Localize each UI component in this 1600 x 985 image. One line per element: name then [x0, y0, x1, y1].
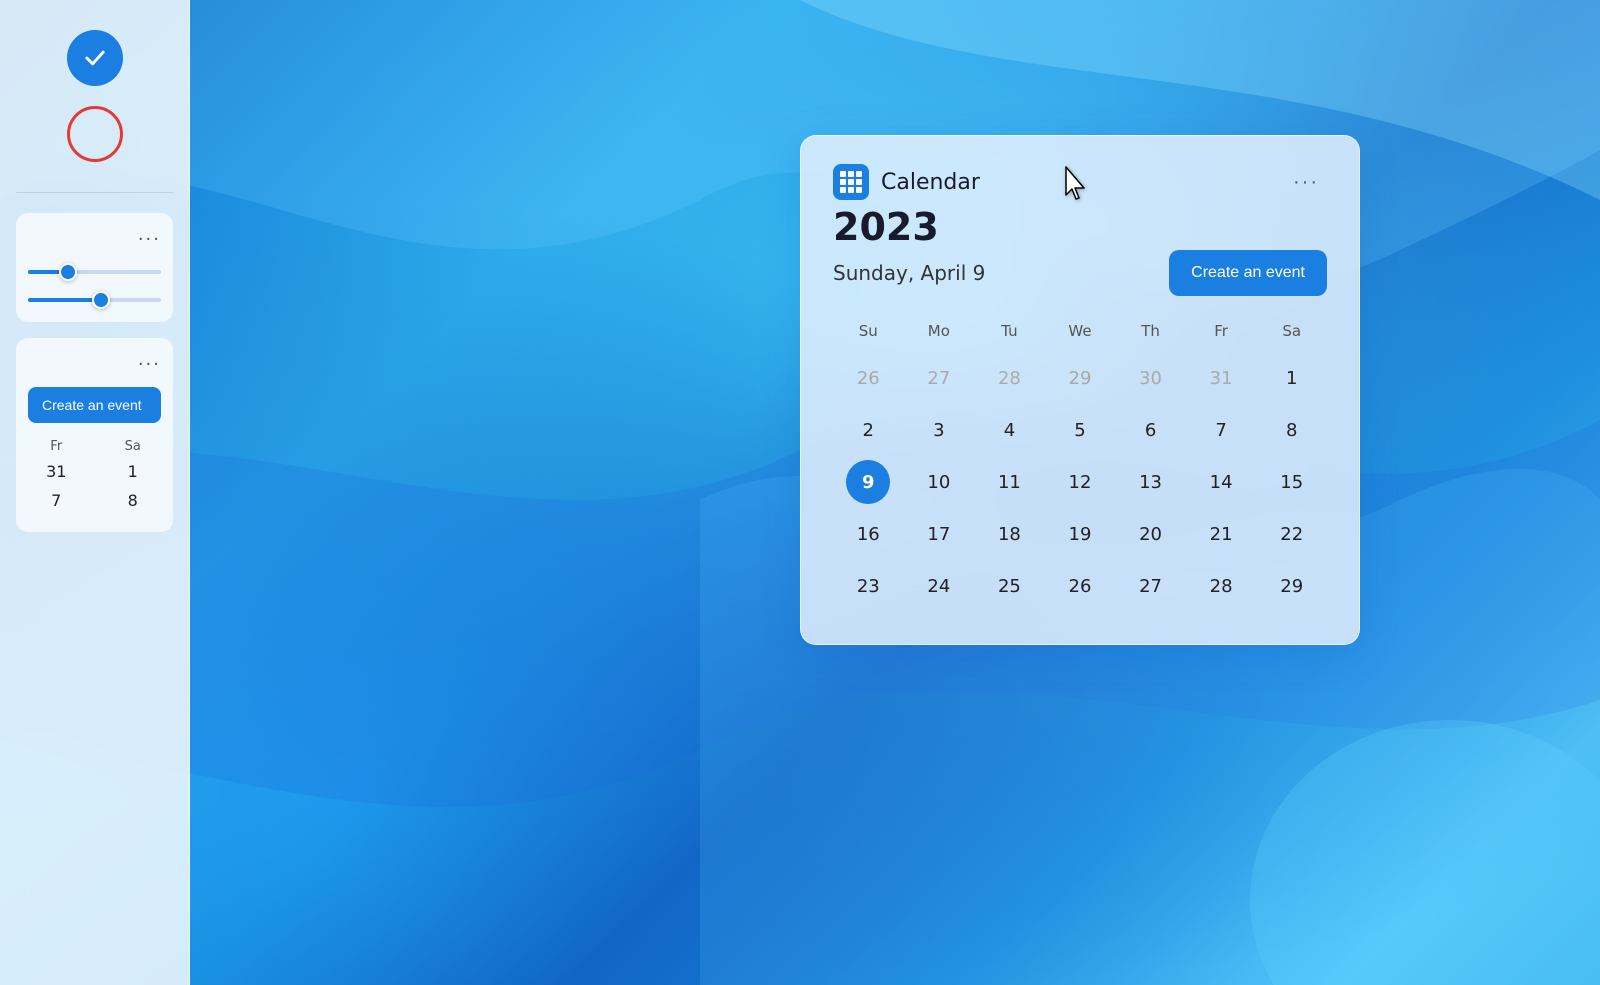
- check-icon: [81, 44, 109, 72]
- cal-day-7-week1[interactable]: 7: [1199, 408, 1243, 452]
- partial-cal-day-31[interactable]: 31: [28, 460, 85, 483]
- partial-cal-day-7[interactable]: 7: [28, 489, 85, 512]
- calendar-weeks: 2627282930311234567891011121314151617181…: [833, 352, 1327, 612]
- left-panel-top: [16, 20, 173, 172]
- cal-day-16-week3[interactable]: 16: [846, 512, 890, 556]
- cal-day-23-week4[interactable]: 23: [846, 564, 890, 608]
- cal-day-4-week1[interactable]: 4: [987, 408, 1031, 452]
- bottom-widget-menu[interactable]: ···: [28, 354, 161, 375]
- cal-day-22-week3[interactable]: 22: [1270, 512, 1314, 556]
- calendar-full-date: Sunday, April 9: [833, 261, 985, 285]
- slider-1[interactable]: [28, 270, 161, 274]
- cal-day-31-week0[interactable]: 31: [1199, 356, 1243, 400]
- cal-day-29-week0[interactable]: 29: [1058, 356, 1102, 400]
- calendar-year: 2023: [833, 208, 1327, 246]
- cal-day-18-week3[interactable]: 18: [987, 512, 1031, 556]
- check-circle-button[interactable]: [67, 30, 123, 86]
- cal-day-21-week3[interactable]: 21: [1199, 512, 1243, 556]
- slider-1-thumb[interactable]: [59, 263, 77, 281]
- cal-day-5-week1[interactable]: 5: [1058, 408, 1102, 452]
- cal-day-8-week1[interactable]: 8: [1270, 408, 1314, 452]
- calendar-widget: Calendar ··· 2023 Sunday, April 9 Create…: [800, 135, 1360, 645]
- cal-header-sa: Sa: [1256, 316, 1327, 352]
- cal-day-26-week0[interactable]: 26: [846, 356, 890, 400]
- cal-day-3-week1[interactable]: 3: [917, 408, 961, 452]
- cal-day-28-week0[interactable]: 28: [987, 356, 1031, 400]
- cal-day-11-week2[interactable]: 11: [987, 460, 1031, 504]
- cal-header-mo: Mo: [904, 316, 975, 352]
- cal-day-24-week4[interactable]: 24: [917, 564, 961, 608]
- cal-day-29-week4[interactable]: 29: [1270, 564, 1314, 608]
- cal-day-12-week2[interactable]: 12: [1058, 460, 1102, 504]
- cal-day-27-week0[interactable]: 27: [917, 356, 961, 400]
- calendar-app-title: Calendar: [881, 170, 980, 195]
- cal-day-19-week3[interactable]: 19: [1058, 512, 1102, 556]
- cal-day-28-week4[interactable]: 28: [1199, 564, 1243, 608]
- calendar-app-icon: [833, 164, 869, 200]
- left-panel: ··· ··· Create an event Fr Sa 31 1 7 8: [0, 0, 190, 985]
- slider-2[interactable]: [28, 298, 161, 302]
- cal-header-su: Su: [833, 316, 904, 352]
- calendar-more-button[interactable]: ···: [1285, 167, 1327, 198]
- cal-header-fr: Fr: [1186, 316, 1257, 352]
- partial-cal-header-sa: Sa: [105, 439, 162, 454]
- calendar-title-area: Calendar: [833, 164, 980, 200]
- partial-cal-day-8[interactable]: 8: [105, 489, 162, 512]
- cal-day-2-week1[interactable]: 2: [846, 408, 890, 452]
- slider-panel: ···: [16, 213, 173, 322]
- cal-day-1-week0[interactable]: 1: [1270, 356, 1314, 400]
- cal-day-27-week4[interactable]: 27: [1129, 564, 1173, 608]
- calendar-date-row: Sunday, April 9 Create an event: [833, 250, 1327, 296]
- divider: [16, 192, 173, 193]
- create-event-button[interactable]: Create an event: [1169, 250, 1327, 296]
- cal-day-26-week4[interactable]: 26: [1058, 564, 1102, 608]
- cal-day-10-week2[interactable]: 10: [917, 460, 961, 504]
- cal-header-th: Th: [1115, 316, 1186, 352]
- cal-day-30-week0[interactable]: 30: [1129, 356, 1173, 400]
- cal-day-14-week2[interactable]: 14: [1199, 460, 1243, 504]
- cal-day-17-week3[interactable]: 17: [917, 512, 961, 556]
- cal-day-20-week3[interactable]: 20: [1129, 512, 1173, 556]
- cal-day-13-week2[interactable]: 13: [1129, 460, 1173, 504]
- partial-calendar: Fr Sa 31 1 7 8: [28, 435, 161, 516]
- cal-day-15-week2[interactable]: 15: [1270, 460, 1314, 504]
- slider-2-thumb[interactable]: [92, 291, 110, 309]
- calendar-grid: Su Mo Tu We Th Fr Sa: [833, 316, 1327, 352]
- partial-cal-day-1[interactable]: 1: [105, 460, 162, 483]
- cal-header-tu: Tu: [974, 316, 1045, 352]
- cal-header-we: We: [1045, 316, 1116, 352]
- create-event-button-left[interactable]: Create an event: [28, 387, 161, 423]
- slider-panel-menu[interactable]: ···: [28, 229, 161, 250]
- cal-day-25-week4[interactable]: 25: [987, 564, 1031, 608]
- bottom-widget: ··· Create an event Fr Sa 31 1 7 8: [16, 338, 173, 532]
- red-circle-button[interactable]: [67, 106, 123, 162]
- cal-day-6-week1[interactable]: 6: [1129, 408, 1173, 452]
- partial-cal-header-fr: Fr: [28, 439, 85, 454]
- calendar-header: Calendar ···: [833, 164, 1327, 200]
- cal-day-9-week2[interactable]: 9: [846, 460, 890, 504]
